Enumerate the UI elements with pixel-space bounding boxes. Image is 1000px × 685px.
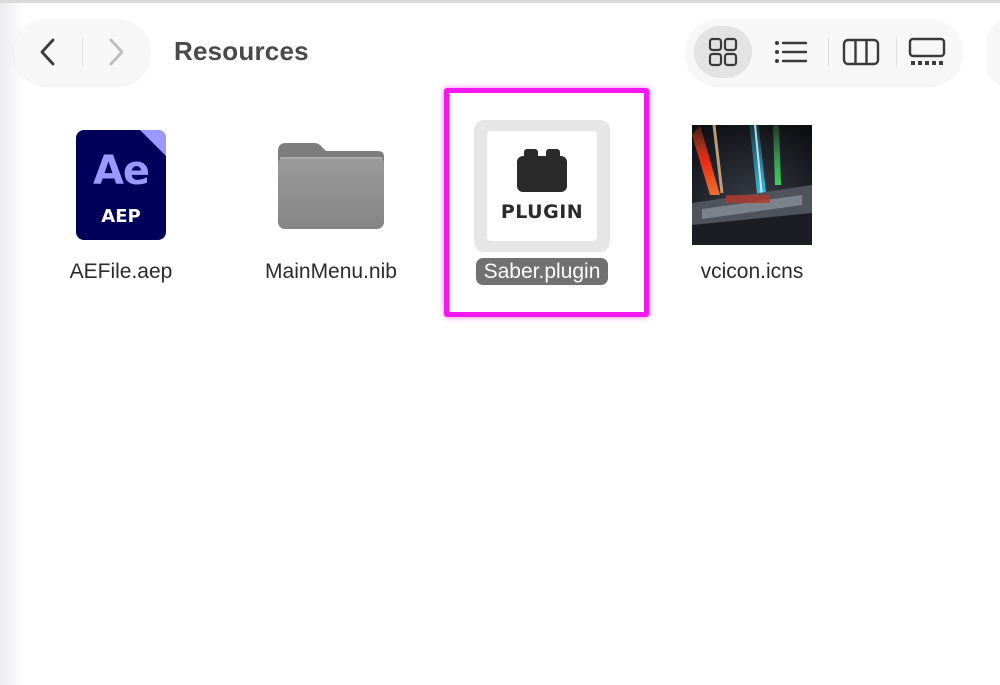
gallery-icon [908, 37, 946, 65]
columns-icon [842, 38, 880, 66]
file-name-label: MainMenu.nib [265, 260, 397, 283]
list-icon [775, 41, 808, 63]
list-view-button[interactable] [762, 26, 820, 78]
view-mode-switcher [686, 19, 962, 85]
navigation-divider [82, 37, 83, 67]
navigation-group [14, 19, 150, 85]
chevron-right-icon [109, 38, 124, 66]
file-item-mainmenu[interactable]: MainMenu.nib [246, 118, 416, 308]
file-name-label: vcicon.icns [700, 260, 804, 283]
grid-icon [708, 37, 738, 67]
file-name: MainMenu.nib [246, 260, 416, 284]
window-title: Resources [174, 36, 309, 66]
folder-icon [266, 118, 396, 252]
folder-shape [278, 143, 384, 229]
forward-button[interactable] [86, 19, 146, 85]
column-view-button[interactable] [832, 26, 890, 78]
ae-logo-text: Ae [92, 148, 150, 194]
file-item-vcicon[interactable]: vcicon.icns [667, 118, 837, 308]
icon-view-button[interactable] [694, 26, 752, 78]
selection-highlight-annotation [444, 88, 649, 317]
thumbnail-image [692, 125, 812, 245]
view-divider [896, 37, 897, 67]
gallery-view-button[interactable] [898, 26, 956, 78]
after-effects-project-icon: Ae AEP [56, 118, 186, 252]
sidebar-edge-shadow [0, 3, 26, 685]
file-name: vcicon.icns [667, 260, 837, 284]
chevron-left-icon [40, 38, 55, 66]
ae-extension-text: AEP [101, 206, 141, 227]
view-divider [828, 37, 829, 67]
window-top-border [0, 0, 1000, 3]
file-name: AEFile.aep [36, 260, 206, 284]
lightsaber-thumbnail-icon [687, 118, 817, 252]
file-name-label: AEFile.aep [69, 260, 173, 283]
back-button[interactable] [18, 19, 78, 85]
ae-document-tile: Ae AEP [76, 130, 166, 240]
toolbar-overflow-button[interactable] [988, 19, 1000, 85]
file-item-aefile[interactable]: Ae AEP AEFile.aep [36, 118, 206, 308]
